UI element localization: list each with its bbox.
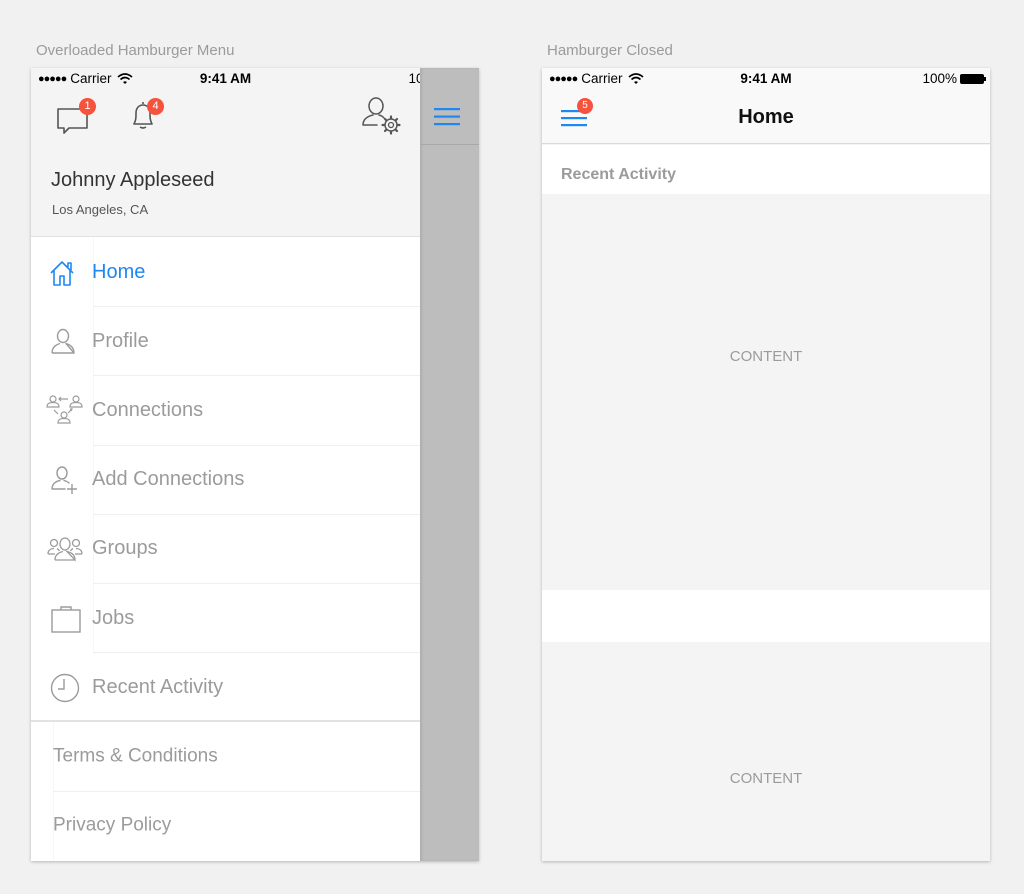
phone-menu-open: ●●●●● Carrier 9:41 AM 100% — [31, 68, 479, 861]
add-user-icon — [51, 466, 77, 495]
footer-link-label: Privacy Policy — [53, 814, 172, 836]
menu-label: Connections — [92, 399, 204, 422]
page-title: Home — [738, 106, 794, 128]
drawer-footer-links: Terms & Conditions Privacy Policy — [31, 722, 420, 861]
user-location: Los Angeles, CA — [52, 202, 149, 217]
menu-label: Jobs — [92, 606, 135, 629]
menu-label: Recent Activity — [92, 675, 224, 698]
dimmed-overlay[interactable] — [420, 68, 479, 861]
groups-icon — [47, 537, 83, 562]
battery-icon — [960, 73, 986, 84]
menu-item-home[interactable]: Home — [31, 238, 420, 308]
phone-menu-closed: ●●●●● Carrier 9:41 AM 100% 5 Home Recent… — [542, 68, 990, 861]
artboard-label-closed: Hamburger Closed — [547, 42, 673, 59]
menu-label: Add Connections — [92, 468, 245, 491]
messages-button[interactable]: 1 — [56, 98, 96, 135]
profile-icon — [51, 328, 75, 354]
side-drawer: ●●●●● Carrier 9:41 AM 100% — [31, 68, 472, 861]
clock-icon — [50, 673, 80, 702]
content-placeholder: CONTENT — [542, 194, 990, 590]
messages-badge: 1 — [79, 98, 96, 115]
menu-label: Profile — [92, 329, 149, 352]
menu-item-recent-activity[interactable]: Recent Activity — [31, 653, 420, 722]
status-time: 9:41 AM — [199, 71, 252, 86]
drawer-menu: Home Profile Connections Add Connections… — [31, 238, 420, 722]
section-title: Recent Activity — [561, 166, 676, 183]
menu-label: Home — [92, 260, 146, 283]
content-placeholder: CONTENT — [542, 642, 990, 861]
menu-item-connections[interactable]: Connections — [31, 376, 420, 446]
account-settings-button[interactable] — [361, 97, 403, 137]
status-bar: ●●●●● Carrier 9:41 AM 100% — [542, 68, 990, 90]
menu-item-jobs[interactable]: Jobs — [31, 583, 420, 654]
content-spacer — [542, 590, 990, 642]
user-settings-icon — [362, 97, 401, 135]
home-icon — [50, 260, 74, 286]
notifications-badge: 4 — [147, 98, 164, 115]
menu-item-profile[interactable]: Profile — [31, 307, 420, 377]
menu-item-terms[interactable]: Terms & Conditions — [31, 722, 420, 792]
menu-item-groups[interactable]: Groups — [31, 514, 420, 584]
notifications-button[interactable]: 4 — [128, 98, 164, 134]
status-bar: ●●●●● Carrier 9:41 AM 100% — [31, 68, 472, 90]
drawer-header: ●●●●● Carrier 9:41 AM 100% — [31, 68, 472, 237]
artboard-label-open: Overloaded Hamburger Menu — [36, 42, 235, 59]
footer-link-label: Terms & Conditions — [53, 745, 218, 767]
hamburger-icon[interactable] — [434, 108, 460, 126]
briefcase-icon — [51, 605, 81, 633]
menu-label: Groups — [92, 537, 158, 560]
connections-icon — [46, 395, 83, 424]
user-name: Johnny Appleseed — [51, 169, 215, 191]
menu-item-add-connections[interactable]: Add Connections — [31, 445, 420, 515]
content-label: CONTENT — [729, 770, 803, 787]
menu-item-privacy[interactable]: Privacy Policy — [31, 791, 420, 861]
navigation-bar: ●●●●● Carrier 9:41 AM 100% 5 Home — [542, 68, 990, 144]
content-label: CONTENT — [729, 348, 803, 365]
battery-percent: 100% — [922, 71, 957, 86]
section-header: Recent Activity — [542, 145, 990, 194]
